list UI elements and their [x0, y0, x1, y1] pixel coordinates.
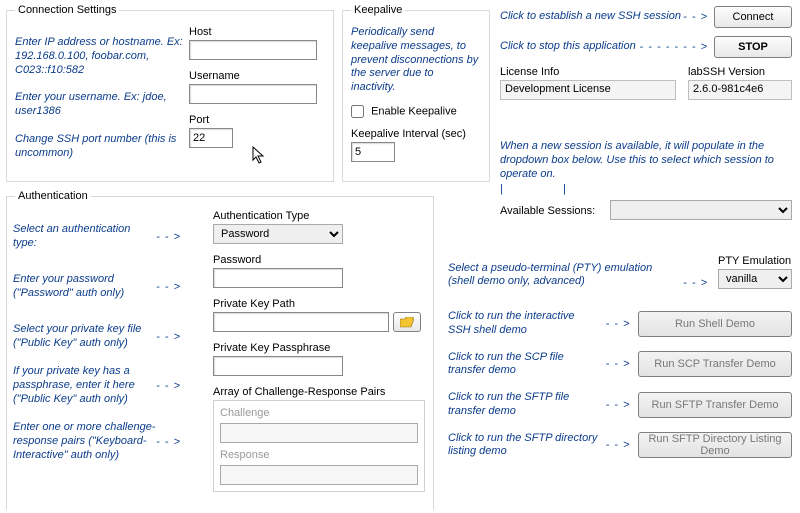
hint-password: Enter your password ("Password" auth onl…: [13, 273, 156, 301]
private-key-label: Private Key Path: [213, 298, 425, 310]
arrow-icon: - - >: [604, 439, 632, 451]
sftp-transfer-demo-hint: Click to run the SFTP file transfer demo: [448, 391, 598, 419]
keepalive-interval-label: Keepalive Interval (sec): [351, 128, 481, 140]
enable-keepalive-checkbox[interactable]: [351, 105, 364, 118]
arrow-icon: - - >: [683, 11, 708, 23]
license-value: Development License: [500, 80, 676, 100]
keepalive-desc: Periodically send keepalive messages, to…: [351, 26, 481, 95]
hint-challenge-response: Enter one or more challenge-response pai…: [13, 421, 156, 462]
username-label: Username: [189, 70, 319, 82]
auth-type-label: Authentication Type: [213, 210, 425, 222]
port-label: Port: [189, 114, 319, 126]
sessions-hint: When a new session is available, it will…: [500, 140, 780, 181]
auth-type-select[interactable]: Password: [213, 224, 343, 244]
cr-array-label: Array of Challenge-Response Pairs: [213, 386, 425, 398]
sessions-select[interactable]: [610, 200, 792, 220]
stop-hint: Click to stop this application: [500, 40, 640, 54]
challenge-sublabel: Challenge: [220, 407, 418, 419]
run-sftp-transfer-demo-button[interactable]: Run SFTP Transfer Demo: [638, 392, 792, 418]
run-shell-demo-button[interactable]: Run Shell Demo: [638, 311, 792, 337]
response-input[interactable]: [220, 465, 418, 485]
host-label: Host: [189, 26, 319, 38]
stop-button[interactable]: STOP: [714, 36, 792, 58]
username-input[interactable]: [189, 84, 317, 104]
connection-settings-legend: Connection Settings: [15, 4, 119, 16]
passphrase-label: Private Key Passphrase: [213, 342, 425, 354]
arrow-icon: - - >: [156, 436, 181, 448]
hint-private-key: Select your private key file ("Public Ke…: [13, 323, 156, 351]
keepalive-interval-input[interactable]: [351, 142, 395, 162]
arrow-icon: - - >: [683, 277, 708, 289]
hint-passphrase: If your private key has a passphrase, en…: [13, 365, 156, 406]
version-label: labSSH Version: [688, 66, 792, 78]
arrow-icon: - - >: [156, 380, 181, 392]
challenge-input[interactable]: [220, 423, 418, 443]
arrow-icon: - - >: [156, 281, 181, 293]
sessions-label: Available Sessions:: [500, 205, 602, 217]
arrow-icon: - - >: [604, 318, 632, 330]
version-value: 2.6.0-981c4e6: [688, 80, 792, 100]
arrow-icon: - - >: [604, 399, 632, 411]
connect-button[interactable]: Connect: [714, 6, 792, 28]
passphrase-input[interactable]: [213, 356, 343, 376]
keepalive-legend: Keepalive: [351, 4, 405, 16]
arrow-icon: - - - - - - - >: [640, 41, 708, 53]
enable-keepalive-label: Enable Keepalive: [371, 105, 457, 117]
folder-icon: [400, 317, 414, 328]
challenge-response-box: Challenge Response: [213, 400, 425, 492]
arrow-down-icon: |: [500, 183, 503, 195]
hint-host: Enter IP address or hostname. Ex: 192.16…: [15, 36, 183, 77]
arrow-icon: - - >: [156, 231, 181, 243]
keepalive-group: Keepalive Periodically send keepalive me…: [342, 4, 490, 182]
password-label: Password: [213, 254, 425, 266]
run-scp-demo-button[interactable]: Run SCP Transfer Demo: [638, 351, 792, 377]
license-label: License Info: [500, 66, 676, 78]
hint-username: Enter your username. Ex: jdoe, user1386: [15, 91, 183, 119]
authentication-legend: Authentication: [15, 190, 91, 202]
password-input[interactable]: [213, 268, 343, 288]
pty-label: PTY Emulation: [718, 255, 792, 267]
private-key-input[interactable]: [213, 312, 389, 332]
run-sftp-dir-demo-button[interactable]: Run SFTP Directory Listing Demo: [638, 432, 792, 458]
browse-private-key-button[interactable]: [393, 312, 421, 332]
host-input[interactable]: [189, 40, 317, 60]
scp-demo-hint: Click to run the SCP file transfer demo: [448, 351, 598, 379]
authentication-group: Authentication Select an authentication …: [6, 190, 434, 510]
arrow-icon: - - >: [156, 331, 181, 343]
response-sublabel: Response: [220, 449, 418, 461]
connection-settings-group: Connection Settings Enter IP address or …: [6, 4, 334, 182]
hint-auth-type: Select an authentication type:: [13, 223, 156, 251]
pty-hint: Select a pseudo-terminal (PTY) emulation…: [448, 262, 673, 290]
arrow-down-icon: |: [563, 183, 566, 195]
hint-port: Change SSH port number (this is uncommon…: [15, 133, 183, 161]
connect-hint: Click to establish a new SSH session: [500, 10, 683, 24]
arrow-icon: - - >: [604, 358, 632, 370]
port-input[interactable]: [189, 128, 233, 148]
sftp-dir-demo-hint: Click to run the SFTP directory listing …: [448, 432, 598, 460]
pty-select[interactable]: vanilla: [718, 269, 792, 289]
shell-demo-hint: Click to run the interactive SSH shell d…: [448, 310, 598, 338]
